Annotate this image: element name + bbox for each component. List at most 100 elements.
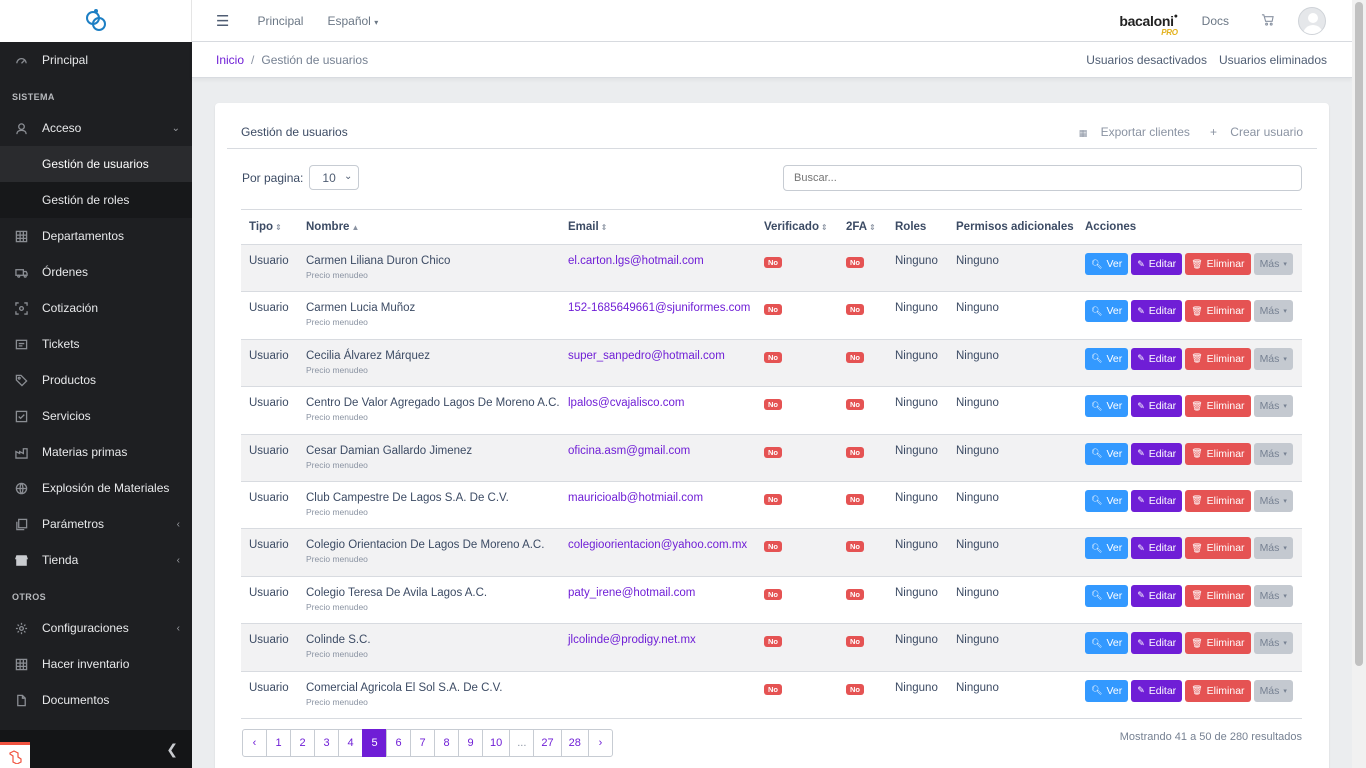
edit-button[interactable]: ✎ Editar — [1131, 489, 1183, 512]
pagination-page[interactable]: 9 — [458, 729, 483, 757]
pagination-page[interactable]: 8 — [434, 729, 459, 757]
pagination-page[interactable]: 6 — [386, 729, 411, 757]
view-button[interactable]: 🔍︎ Ver — [1085, 584, 1129, 607]
more-dropdown-button[interactable]: Más ▾ — [1253, 442, 1293, 465]
brand-logo[interactable] — [0, 0, 192, 42]
email-link[interactable]: super_sanpedro@hotmail.com — [568, 350, 725, 362]
sidebar-item-materias-primas[interactable]: Materias primas — [0, 434, 192, 470]
view-button[interactable]: 🔍︎ Ver — [1085, 253, 1129, 275]
more-dropdown-button[interactable]: Más ▾ — [1253, 347, 1293, 370]
more-dropdown-button[interactable]: Más ▾ — [1253, 679, 1293, 702]
create-user-button[interactable]: + Crear usuario — [1200, 125, 1303, 139]
delete-button[interactable]: 🗑︎ Eliminar — [1185, 253, 1251, 275]
more-dropdown-button[interactable]: Más ▾ — [1253, 489, 1293, 512]
pagination-page[interactable]: 5 — [362, 729, 387, 757]
breadcrumb-home[interactable]: Inicio — [216, 53, 244, 67]
delete-button[interactable]: 🗑︎ Eliminar — [1185, 300, 1251, 323]
sidebar-item-acceso[interactable]: Acceso ⌄ — [0, 110, 192, 146]
sidebar-item-productos[interactable]: Productos — [0, 362, 192, 398]
column-header-tipo[interactable]: Tipo ⇕ — [241, 209, 298, 245]
column-header-verificado[interactable]: Verificado ⇕ — [756, 209, 838, 245]
email-link[interactable]: el.carton.lgs@hotmail.com — [568, 255, 704, 267]
more-dropdown-button[interactable]: Más ▾ — [1253, 300, 1293, 323]
email-link[interactable]: colegioorientacion@yahoo.com.mx — [568, 539, 747, 551]
email-link[interactable]: paty_irene@hotmail.com — [568, 587, 695, 599]
email-link[interactable]: mauricioalb@hotmiail.com — [568, 492, 703, 504]
delete-button[interactable]: 🗑︎ Eliminar — [1185, 395, 1251, 418]
email-link[interactable]: oficina.asm@gmail.com — [568, 445, 690, 457]
more-dropdown-button[interactable]: Más ▾ — [1253, 395, 1293, 418]
pagination-next[interactable]: › — [587, 729, 613, 757]
delete-button[interactable]: 🗑︎ Eliminar — [1185, 347, 1251, 370]
edit-button[interactable]: ✎ Editar — [1131, 679, 1183, 702]
sidebar-item-configuraciones[interactable]: Configuraciones ‹ — [0, 610, 192, 646]
sidebar-toggle-icon[interactable]: ❮ — [166, 741, 178, 758]
page-scrollbar[interactable] — [1352, 0, 1366, 768]
edit-button[interactable]: ✎ Editar — [1131, 395, 1183, 418]
scrollbar-thumb[interactable] — [1355, 2, 1363, 666]
pagination-page[interactable]: 1 — [266, 729, 291, 757]
edit-button[interactable]: ✎ Editar — [1131, 300, 1183, 323]
delete-button[interactable]: 🗑︎ Eliminar — [1185, 442, 1251, 465]
language-dropdown[interactable]: Español ▾ — [327, 14, 378, 28]
more-dropdown-button[interactable]: Más ▾ — [1253, 253, 1293, 275]
delete-button[interactable]: 🗑︎ Eliminar — [1185, 537, 1251, 560]
email-link[interactable]: jlcolinde@prodigy.net.mx — [568, 634, 696, 646]
edit-button[interactable]: ✎ Editar — [1131, 537, 1183, 560]
edit-button[interactable]: ✎ Editar — [1131, 584, 1183, 607]
delete-button[interactable]: 🗑︎ Eliminar — [1185, 679, 1251, 702]
brand-bacaloni[interactable]: bacaloni● PRO — [1119, 13, 1178, 37]
pagination-page[interactable]: 10 — [482, 729, 511, 757]
column-header-email[interactable]: Email ⇕ — [560, 209, 756, 245]
sidebar-item-departamentos[interactable]: Departamentos — [0, 218, 192, 254]
sidebar-item-hacer-inventario[interactable]: Hacer inventario — [0, 646, 192, 682]
edit-button[interactable]: ✎ Editar — [1131, 442, 1183, 465]
header-link-principal[interactable]: Principal — [257, 14, 303, 28]
avatar[interactable] — [1298, 7, 1326, 35]
cart-icon[interactable] — [1261, 13, 1274, 29]
view-button[interactable]: 🔍︎ Ver — [1085, 442, 1129, 465]
pagination-page[interactable]: 2 — [290, 729, 315, 757]
view-button[interactable]: 🔍︎ Ver — [1085, 347, 1129, 370]
more-dropdown-button[interactable]: Más ▾ — [1253, 632, 1293, 655]
sidebar-item-cotizacion[interactable]: Cotización — [0, 290, 192, 326]
more-dropdown-button[interactable]: Más ▾ — [1253, 584, 1293, 607]
edit-button[interactable]: ✎ Editar — [1131, 347, 1183, 370]
sidebar-item-tickets[interactable]: Tickets — [0, 326, 192, 362]
usuarios-desactivados-link[interactable]: Usuarios desactivados — [1086, 53, 1207, 67]
sidebar-subitem-gestion-usuarios[interactable]: Gestión de usuarios — [0, 146, 192, 182]
sidebar-item-principal[interactable]: Principal — [0, 42, 192, 78]
pagination-page[interactable]: 3 — [314, 729, 339, 757]
pagination-ellipsis[interactable]: ... — [509, 729, 535, 757]
pagination-page[interactable]: 7 — [410, 729, 435, 757]
pagination-page[interactable]: 4 — [338, 729, 363, 757]
sidebar-item-servicios[interactable]: Servicios — [0, 398, 192, 434]
email-link[interactable]: lpalos@cvajalisco.com — [568, 397, 685, 409]
pagination-page[interactable]: 28 — [560, 729, 589, 757]
sidebar-item-explosion-materiales[interactable]: Explosión de Materiales — [0, 470, 192, 506]
sidebar-item-ordenes[interactable]: Órdenes — [0, 254, 192, 290]
usuarios-eliminados-link[interactable]: Usuarios eliminados — [1219, 53, 1327, 67]
sidebar-item-tienda[interactable]: Tienda ‹ — [0, 542, 192, 578]
view-button[interactable]: 🔍︎ Ver — [1085, 679, 1129, 702]
column-header-2fa[interactable]: 2FA ⇕ — [838, 209, 887, 245]
search-input[interactable] — [783, 165, 1302, 191]
pagination-prev[interactable]: ‹ — [242, 729, 267, 757]
view-button[interactable]: 🔍︎ Ver — [1085, 537, 1129, 560]
sidebar-item-parametros[interactable]: Parámetros ‹ — [0, 506, 192, 542]
docs-link[interactable]: Docs — [1202, 14, 1229, 28]
sidebar-item-documentos[interactable]: Documentos — [0, 682, 192, 718]
hamburger-menu-icon[interactable]: ☰ — [216, 12, 229, 30]
email-link[interactable]: 152-1685649661@sjuniformes.com — [568, 302, 750, 314]
delete-button[interactable]: 🗑︎ Eliminar — [1185, 584, 1251, 607]
view-button[interactable]: 🔍︎ Ver — [1085, 300, 1129, 323]
view-button[interactable]: 🔍︎ Ver — [1085, 489, 1129, 512]
edit-button[interactable]: ✎ Editar — [1131, 632, 1183, 655]
edit-button[interactable]: ✎ Editar — [1131, 253, 1183, 275]
per-page-select[interactable]: 10 ⌄ — [309, 165, 360, 190]
delete-button[interactable]: 🗑︎ Eliminar — [1185, 489, 1251, 512]
column-header-nombre[interactable]: Nombre ▲ — [298, 209, 560, 245]
view-button[interactable]: 🔍︎ Ver — [1085, 395, 1129, 418]
pagination-page[interactable]: 27 — [533, 729, 562, 757]
delete-button[interactable]: 🗑︎ Eliminar — [1185, 632, 1251, 655]
